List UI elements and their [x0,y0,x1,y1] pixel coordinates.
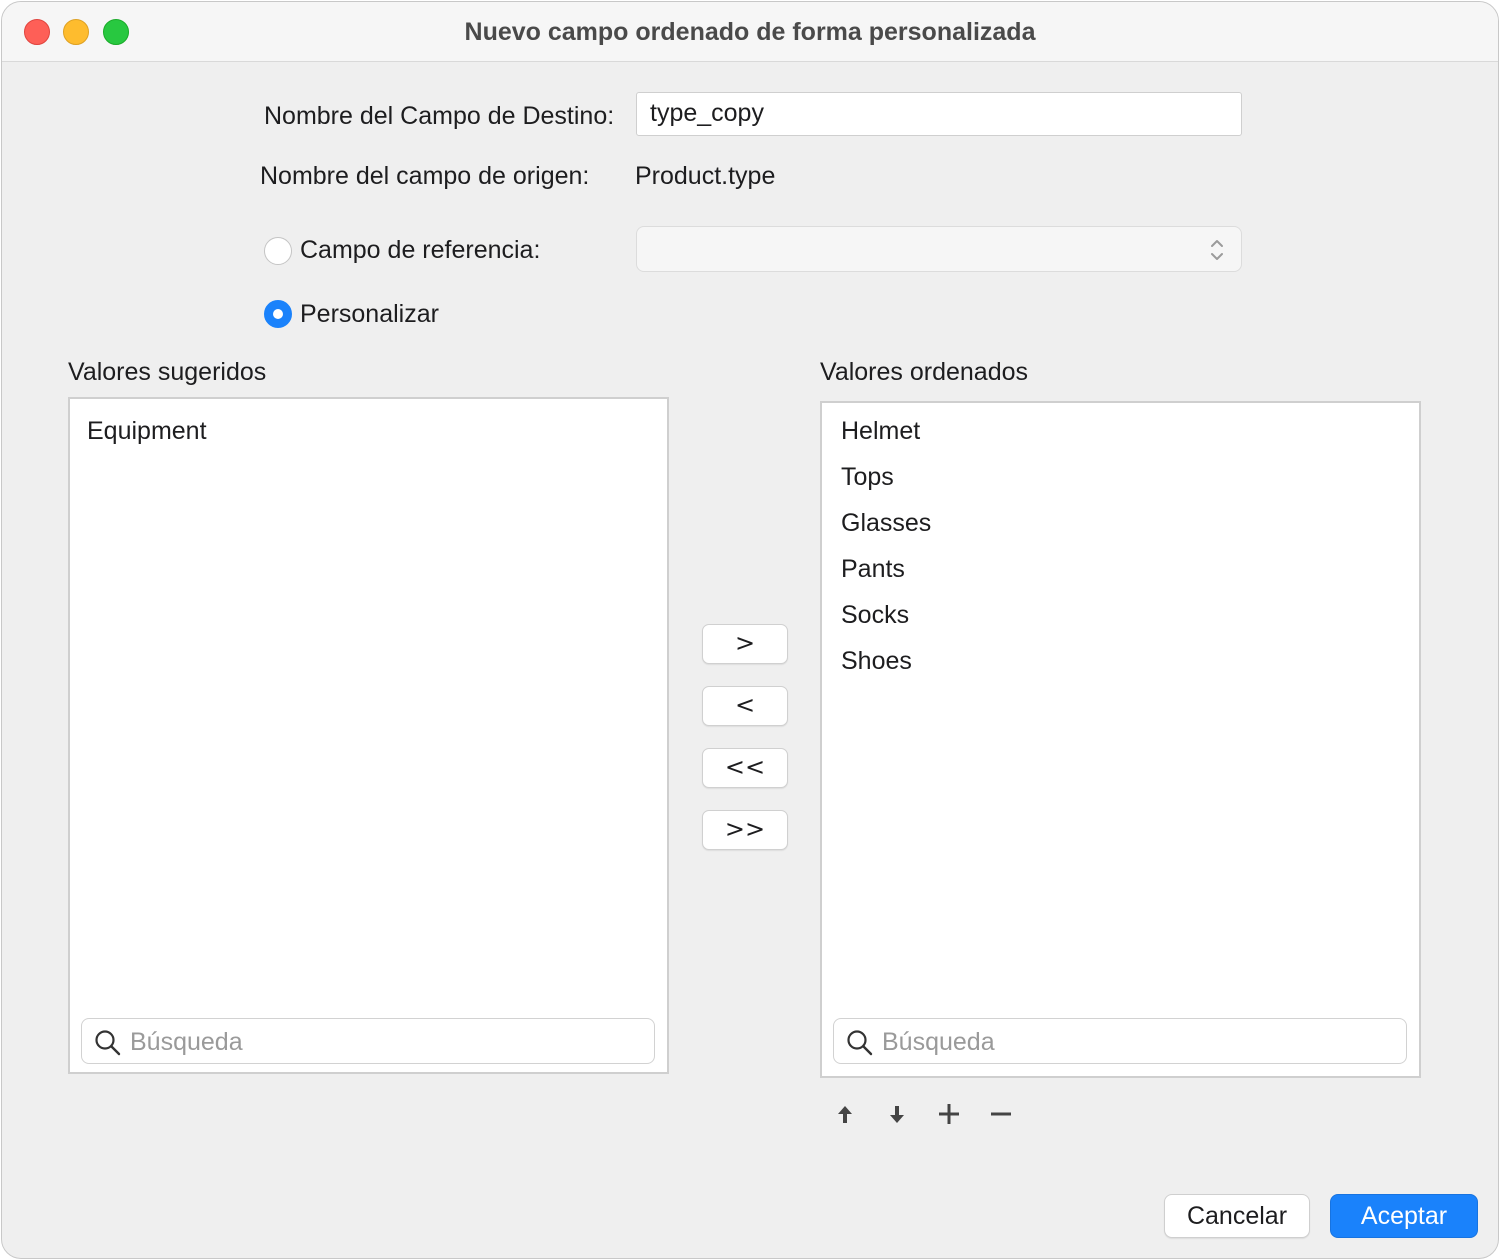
search-placeholder: Búsqueda [882,1028,995,1056]
move-right-button[interactable]: > [702,624,788,664]
source-field-value: Product.type [635,162,776,190]
search-icon [95,1030,121,1056]
arrow-down-icon[interactable] [885,1102,909,1126]
cancel-button[interactable]: Cancelar [1164,1194,1310,1238]
list-item[interactable]: Equipment [87,417,207,446]
move-left-button[interactable]: < [702,686,788,726]
window-title: Nuevo campo ordenado de forma personaliz… [464,18,1036,46]
reference-select[interactable] [636,226,1242,272]
reference-radio-label: Campo de referencia: [300,236,541,264]
list-item[interactable]: Shoes [841,647,912,676]
list-item[interactable]: Pants [841,555,905,584]
custom-radio[interactable] [264,300,292,328]
custom-radio-label: Personalizar [300,300,439,328]
updown-chevron-icon [1211,240,1223,260]
list-item[interactable]: Tops [841,463,894,492]
move-all-left-button[interactable]: << [702,748,788,788]
target-field-input[interactable]: type_copy [636,92,1242,136]
reference-radio[interactable] [264,237,292,265]
arrow-up-icon[interactable] [833,1102,857,1126]
ok-button[interactable]: Aceptar [1330,1194,1478,1238]
search-icon [847,1030,873,1056]
move-all-right-button[interactable]: >> [702,810,788,850]
ordered-search-field[interactable]: Búsqueda [833,1018,1407,1064]
suggested-values-heading: Valores sugeridos [68,358,267,386]
ordered-values-heading: Valores ordenados [820,358,1029,386]
suggested-search-field[interactable]: Búsqueda [81,1018,655,1064]
list-item[interactable]: Helmet [841,417,920,446]
plus-icon[interactable] [937,1102,961,1126]
search-placeholder: Búsqueda [130,1028,243,1056]
dialog-window: Nuevo campo ordenado de forma personaliz… [1,1,1499,1259]
minus-icon[interactable] [989,1102,1013,1126]
list-item[interactable]: Socks [841,601,909,630]
source-field-label: Nombre del campo de origen: [260,162,590,190]
title-bar: Nuevo campo ordenado de forma personaliz… [2,2,1498,62]
ordered-values-list[interactable]: Helmet Tops Glasses Pants Socks Shoes Bú… [820,401,1421,1078]
list-item[interactable]: Glasses [841,509,931,538]
suggested-values-list[interactable]: Equipment Búsqueda [68,397,669,1074]
target-field-label: Nombre del Campo de Destino: [264,102,615,130]
